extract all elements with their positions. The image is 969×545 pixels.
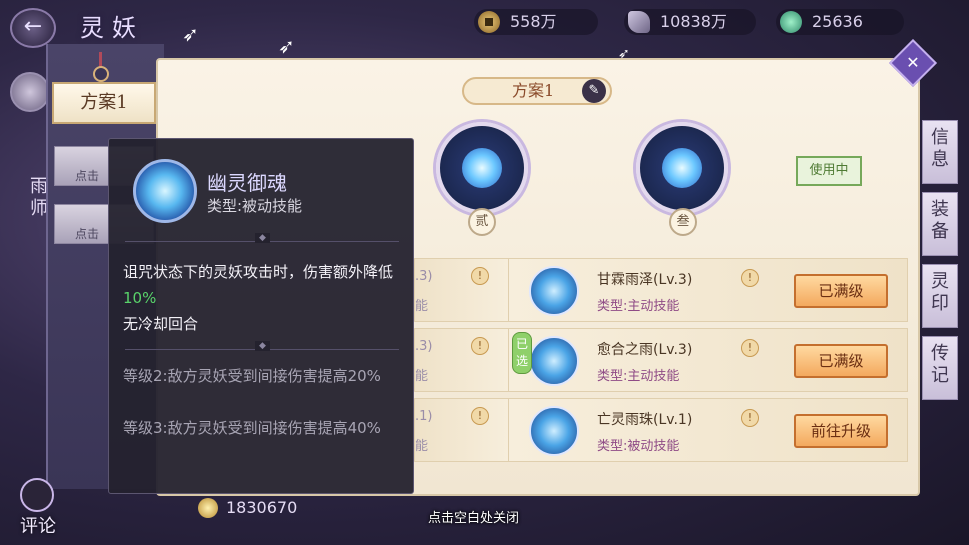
info-icon[interactable]: !: [471, 337, 489, 355]
skill-orb-3[interactable]: [636, 122, 728, 214]
go-upgrade-button[interactable]: 前往升级: [794, 414, 888, 448]
max-level-button[interactable]: 已满级: [794, 344, 888, 378]
divider: [125, 233, 399, 243]
back-button[interactable]: ←: [10, 8, 56, 48]
plan-tab-1[interactable]: 方案1: [52, 82, 156, 124]
gold-coin-icon: [198, 498, 218, 518]
jade-icon: [780, 11, 802, 33]
feather-counter: 10838万: [624, 9, 756, 35]
list-item: .3) 能 !: [414, 258, 510, 322]
skill-icon: [662, 148, 702, 188]
tab-seal[interactable]: 灵印: [922, 264, 958, 328]
skill-icon: [462, 148, 502, 188]
info-icon[interactable]: !: [741, 339, 759, 357]
page-title: 灵妖: [80, 14, 144, 42]
tab-biography[interactable]: 传记: [922, 336, 958, 400]
info-icon[interactable]: !: [471, 407, 489, 425]
tooltip-skill-name: 幽灵御魂: [207, 171, 287, 195]
bird-icon: ➶: [278, 34, 295, 58]
close-icon: ✕: [906, 53, 920, 72]
skill-icon: [529, 266, 579, 316]
tooltip-level-2: 等级2:敌方灵妖受到间接伤害提高20%: [123, 367, 381, 385]
copper-coin-icon: [478, 11, 500, 33]
tab-equipment[interactable]: 装备: [922, 192, 958, 256]
comment-icon: [20, 478, 54, 512]
tab-info[interactable]: 信息: [922, 120, 958, 184]
orb-label-3: 叁: [669, 208, 697, 236]
skill-orb-2[interactable]: [436, 122, 528, 214]
divider: [125, 341, 399, 351]
skill-icon: [529, 336, 579, 386]
pin-icon: [93, 52, 111, 82]
max-level-button[interactable]: 已满级: [794, 274, 888, 308]
skill-tooltip: 幽灵御魂 类型:被动技能 诅咒状态下的灵妖攻击时，伤害额外降低10% 无冷却回合…: [108, 138, 414, 494]
avatar: [10, 72, 50, 112]
gold-counter: 1830670: [198, 496, 297, 520]
bird-icon: ➶: [182, 22, 199, 46]
copper-coin-counter: 558万: [474, 9, 598, 35]
comment-button[interactable]: 评论: [10, 478, 64, 538]
edit-icon[interactable]: ✎: [582, 79, 606, 103]
list-item: .1) 能 !: [414, 398, 510, 462]
close-hint: 点击空白处关闭: [428, 511, 520, 526]
selected-badge: 已选: [512, 332, 532, 374]
info-icon[interactable]: !: [741, 269, 759, 287]
info-icon[interactable]: !: [471, 267, 489, 285]
skill-icon: [529, 406, 579, 456]
ghost-soul-icon: [133, 159, 197, 223]
orb-label-2: 贰: [468, 208, 496, 236]
in-use-badge: 使用中: [796, 156, 862, 186]
tooltip-level-3: 等级3:敌方灵妖受到间接伤害提高40%: [123, 419, 381, 437]
tooltip-description: 诅咒状态下的灵妖攻击时，伤害额外降低10% 无冷却回合: [123, 263, 394, 333]
feather-icon: [628, 11, 650, 33]
list-item: .3) 能 !: [414, 328, 510, 392]
tooltip-skill-type: 类型:被动技能: [207, 197, 303, 215]
jade-counter: 25636: [776, 9, 904, 35]
info-icon[interactable]: !: [741, 409, 759, 427]
